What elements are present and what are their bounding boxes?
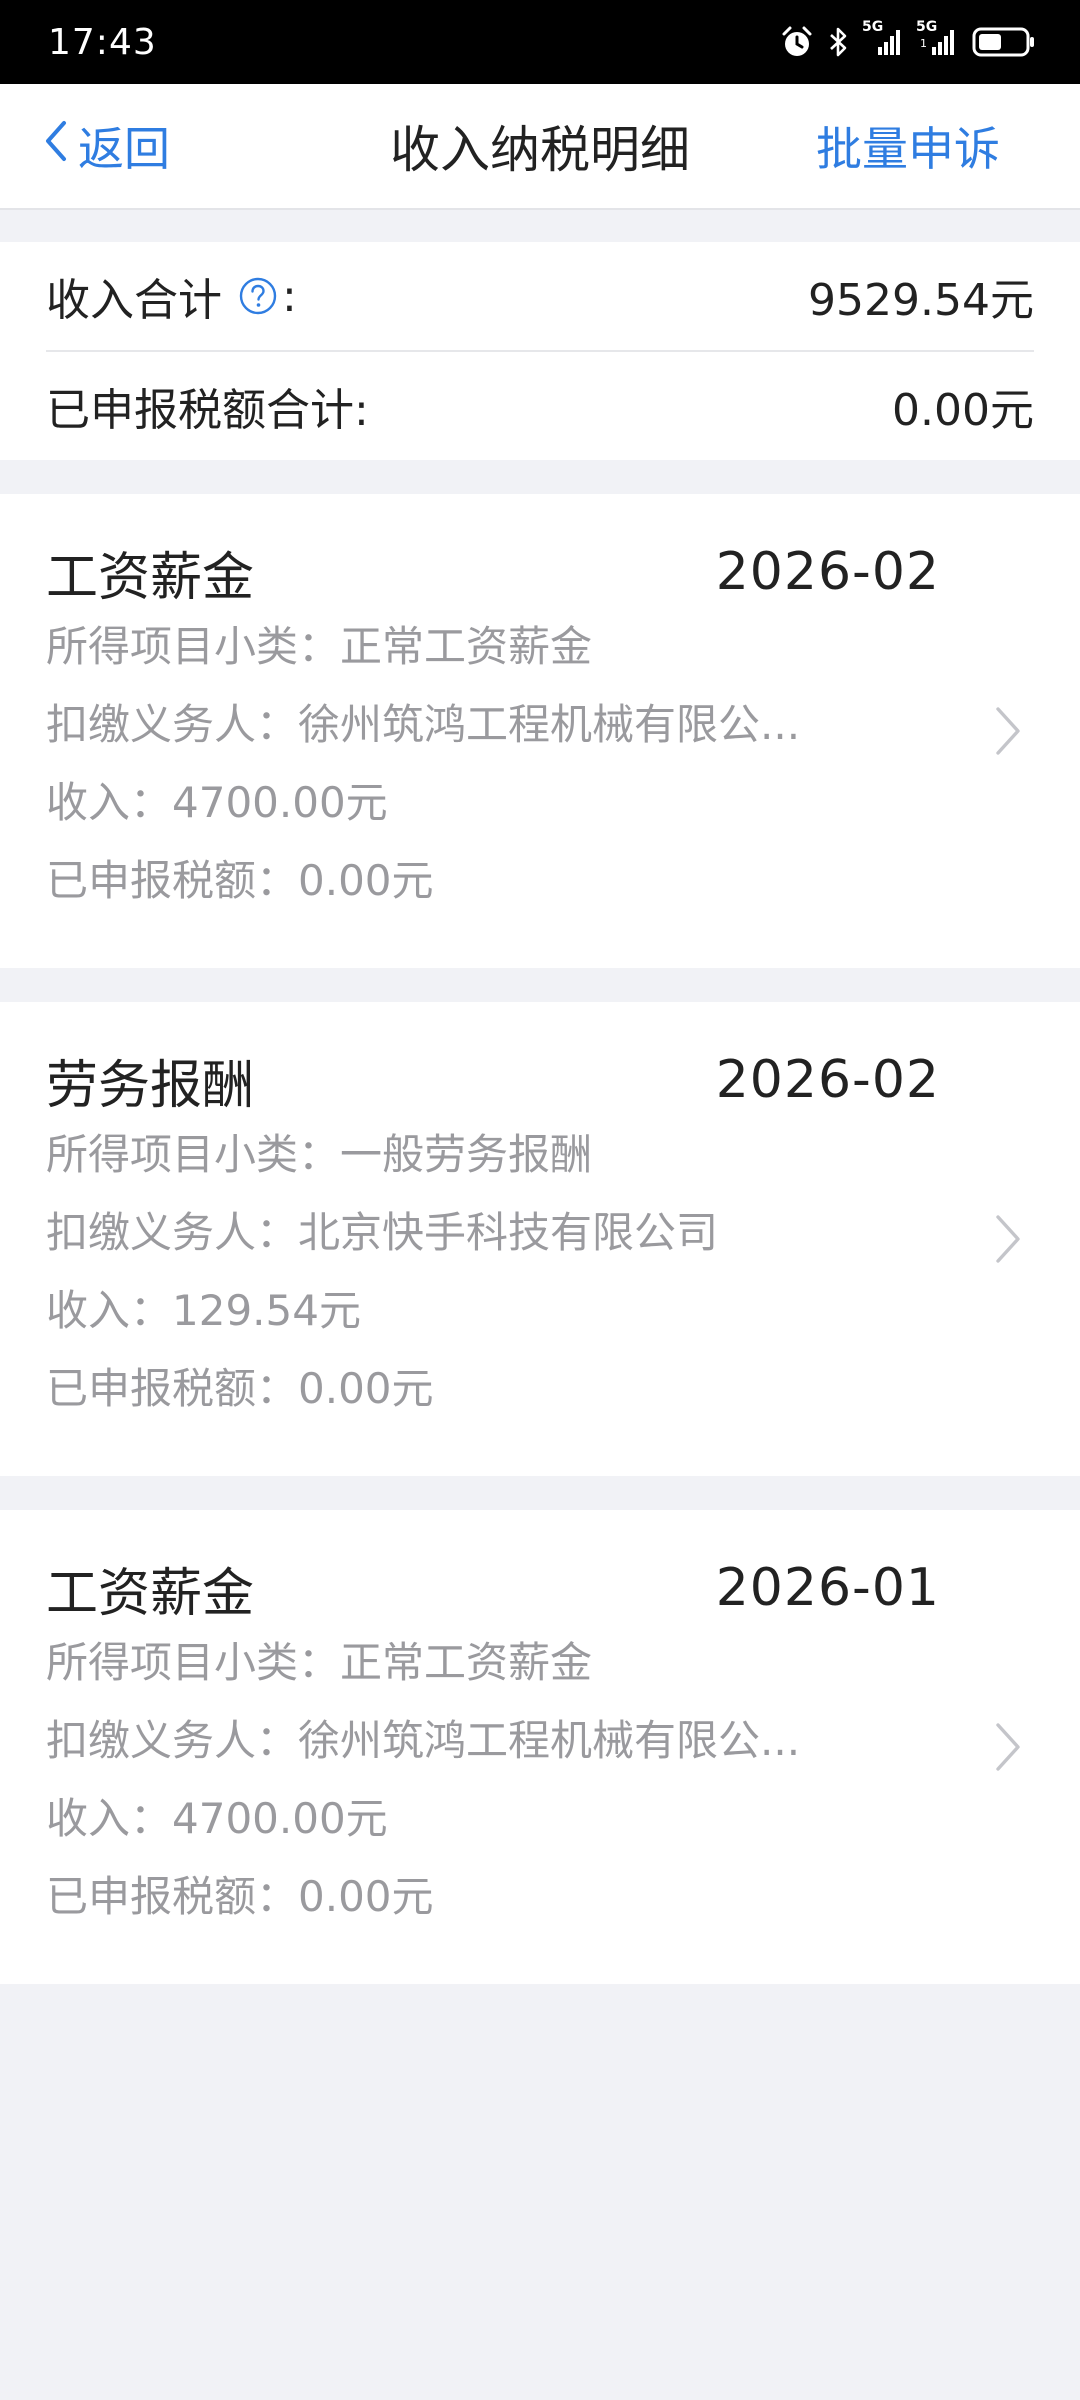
tax-total-label: 已申报税额合计: bbox=[46, 385, 369, 436]
question-circle-icon[interactable] bbox=[238, 276, 278, 316]
record-subcategory: 所得项目小类：一般劳务报酬 bbox=[46, 1130, 593, 1179]
signal-icon-2: 5G 1 bbox=[916, 19, 958, 57]
bluetooth-icon bbox=[828, 25, 850, 59]
income-total-label: 收入合计 : bbox=[46, 264, 297, 328]
record-tax: 已申报税额：0.00元 bbox=[46, 1364, 434, 1413]
status-bar: 17:43 5G 5G 1 bbox=[0, 0, 1080, 84]
record-period: 2026-02 bbox=[715, 1050, 940, 1110]
record-income: 收入：129.54元 bbox=[46, 1286, 361, 1335]
record-income: 收入：4700.00元 bbox=[46, 1794, 388, 1843]
back-button[interactable]: 返回 bbox=[40, 113, 170, 179]
income-total-row: 收入合计 : 9529.54元 bbox=[46, 242, 1034, 350]
battery-icon bbox=[972, 25, 1036, 59]
income-total-label-text: 收入合计 bbox=[46, 275, 222, 326]
record-card[interactable]: 劳务报酬 2026-02 所得项目小类：一般劳务报酬 扣缴义务人：北京快手科技有… bbox=[0, 1002, 1080, 1476]
tax-total-value: 0.00元 bbox=[892, 385, 1034, 436]
record-header: 工资薪金 2026-02 bbox=[46, 536, 1034, 608]
income-total-value: 9529.54元 bbox=[808, 275, 1034, 326]
record-header: 工资薪金 2026-01 bbox=[46, 1552, 1034, 1624]
record-subcategory: 所得项目小类：正常工资薪金 bbox=[46, 622, 593, 671]
record-income: 收入：4700.00元 bbox=[46, 778, 388, 827]
record-type: 工资薪金 bbox=[46, 547, 255, 608]
record-type: 工资薪金 bbox=[46, 1563, 255, 1624]
chevron-right-icon bbox=[992, 1719, 1024, 1779]
record-withholder: 扣缴义务人：北京快手科技有限公司 bbox=[46, 1208, 719, 1257]
network-label-1: 5G bbox=[862, 19, 884, 35]
signal-icon: 5G bbox=[862, 19, 904, 57]
income-total-label-suffix: : bbox=[282, 270, 297, 322]
record-withholder: 扣缴义务人：徐州筑鸿工程机械有限公... bbox=[46, 1716, 801, 1765]
record-period: 2026-01 bbox=[715, 1558, 940, 1618]
records-list: 工资薪金 2026-02 所得项目小类：正常工资薪金 扣缴义务人：徐州筑鸿工程机… bbox=[0, 494, 1080, 1984]
record-subcategory: 所得项目小类：正常工资薪金 bbox=[46, 1638, 593, 1687]
record-card[interactable]: 工资薪金 2026-01 所得项目小类：正常工资薪金 扣缴义务人：徐州筑鸿工程机… bbox=[0, 1510, 1080, 1984]
alarm-icon bbox=[780, 25, 814, 59]
back-label: 返回 bbox=[78, 122, 170, 176]
record-card[interactable]: 工资薪金 2026-02 所得项目小类：正常工资薪金 扣缴义务人：徐州筑鸿工程机… bbox=[0, 494, 1080, 968]
record-period: 2026-02 bbox=[715, 542, 940, 602]
tax-total-row: 已申报税额合计: 0.00元 bbox=[46, 350, 1034, 460]
chevron-left-icon bbox=[40, 117, 78, 176]
network-sub-2: 1 bbox=[920, 37, 927, 50]
record-withholder: 扣缴义务人：徐州筑鸿工程机械有限公... bbox=[46, 700, 801, 749]
network-label-2: 5G bbox=[916, 19, 938, 35]
chevron-right-icon bbox=[992, 1211, 1024, 1271]
chevron-right-icon bbox=[992, 703, 1024, 763]
record-header: 劳务报酬 2026-02 bbox=[46, 1044, 1034, 1116]
summary-card: 收入合计 : 9529.54元 已申报税额合计: 0.00元 bbox=[0, 242, 1080, 460]
batch-appeal-button[interactable]: 批量申诉 bbox=[816, 113, 1000, 179]
record-type: 劳务报酬 bbox=[46, 1055, 255, 1116]
status-time: 17:43 bbox=[48, 21, 157, 63]
status-icons: 5G 5G 1 bbox=[780, 19, 1036, 59]
record-tax: 已申报税额：0.00元 bbox=[46, 1872, 434, 1921]
record-tax: 已申报税额：0.00元 bbox=[46, 856, 434, 905]
nav-bar: 返回 收入纳税明细 批量申诉 bbox=[0, 84, 1080, 210]
